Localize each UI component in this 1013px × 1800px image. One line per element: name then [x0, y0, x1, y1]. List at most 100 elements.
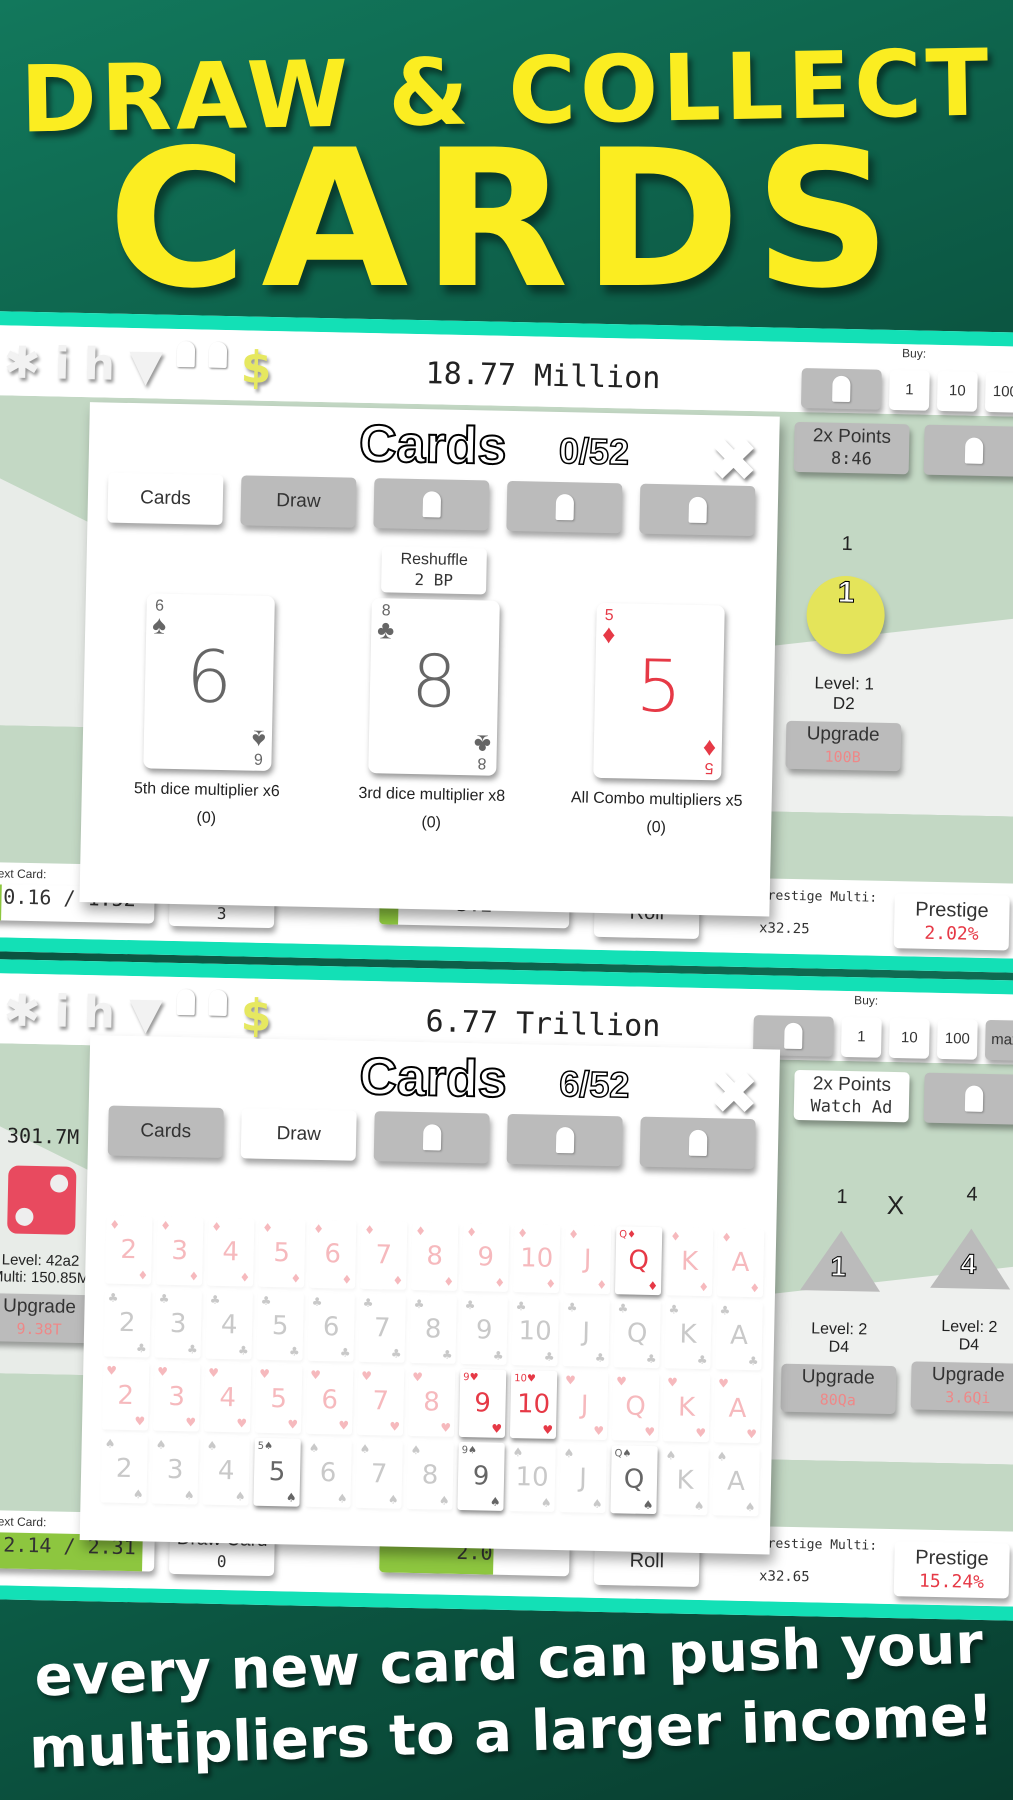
collection-card[interactable]: ♠ 7 ♠ [355, 1439, 403, 1509]
collection-card[interactable]: ♣ 3 ♣ [154, 1289, 202, 1359]
tab-locked[interactable] [639, 483, 756, 537]
collection-card[interactable]: ♠ 4 ♠ [202, 1436, 250, 1506]
tab-draw[interactable]: Draw [240, 1108, 357, 1161]
collection-card[interactable]: ♠ 2 ♠ [100, 1434, 148, 1504]
collection-card[interactable]: ♠ 6 ♠ [304, 1438, 352, 1508]
buy-10-button[interactable]: 10 [888, 1017, 930, 1059]
collection-card[interactable]: ♣ A ♣ [715, 1301, 763, 1371]
collection-card[interactable]: ♣ J ♣ [562, 1298, 610, 1368]
collection-card[interactable]: ♣ 6 ♣ [307, 1292, 355, 1362]
2x-points-button[interactable]: 2x Points Watch Ad [793, 1069, 910, 1123]
locked-button[interactable] [923, 1072, 1013, 1125]
playing-card[interactable]: 5 ♦ 5 5 ♦ [593, 602, 725, 781]
collection-card[interactable]: ♦ K ♦ [665, 1227, 714, 1297]
info-icon[interactable]: i [54, 986, 70, 1037]
collection-card[interactable]: ♥ 6 ♥ [305, 1365, 354, 1435]
collection-card[interactable]: ♣ 4 ♣ [205, 1290, 253, 1360]
collection-card[interactable]: ♥ 5 ♥ [254, 1364, 303, 1434]
collection-card[interactable]: ♠ K ♠ [661, 1446, 709, 1516]
prestige-button[interactable]: Prestige 15.24% [893, 1541, 1010, 1599]
collection-card[interactable]: ♥ J ♥ [560, 1371, 609, 1441]
lock-icon[interactable] [208, 989, 228, 1017]
tab-locked[interactable] [373, 478, 490, 531]
collection-card[interactable]: ♠ 3 ♠ [151, 1435, 199, 1505]
playing-card[interactable]: 6 ♠ 6 6 ♠ [143, 593, 275, 772]
collection-card[interactable]: ♦ A ♦ [716, 1228, 765, 1298]
upgrade-button[interactable]: Upgrade 80Qa [780, 1363, 896, 1415]
gear-icon[interactable]: ✱ [3, 337, 41, 389]
collection-card[interactable]: ♦ 5 ♦ [258, 1218, 306, 1288]
collection-card[interactable]: 5♠ 5 ♠ [253, 1437, 301, 1507]
prestige-button[interactable]: Prestige 2.02% [893, 893, 1010, 951]
collection-card[interactable]: ♦ 9 ♦ [461, 1223, 510, 1292]
collection-card[interactable]: ♥ 8 ♥ [407, 1367, 456, 1437]
collection-card[interactable]: ♠ A ♠ [712, 1447, 760, 1517]
collection-card[interactable]: ♣ 5 ♣ [256, 1291, 304, 1361]
buy-100-button[interactable]: 100 [936, 1018, 978, 1060]
collection-card[interactable]: ♦ 3 ♦ [156, 1216, 204, 1286]
lock-icon[interactable] [208, 341, 228, 369]
collection-card[interactable]: ♥ 2 ♥ [101, 1361, 150, 1431]
upgrade-button[interactable]: Upgrade 9.38T [0, 1292, 98, 1344]
trophy-icon[interactable]: ▼ [128, 988, 163, 1040]
die[interactable]: 1 [805, 575, 886, 655]
tab-locked[interactable] [639, 1116, 756, 1170]
history-icon[interactable]: h [83, 987, 115, 1039]
buy-1-button[interactable]: 1 [888, 369, 930, 411]
collection-card[interactable]: ♦ 8 ♦ [410, 1221, 459, 1291]
collection-card[interactable]: ♦ 10 ♦ [512, 1224, 561, 1294]
collection-card[interactable]: ♥ A ♥ [713, 1374, 762, 1444]
tab-locked[interactable] [506, 480, 623, 534]
2x-points-button[interactable]: 2x Points 8:46 [793, 421, 910, 475]
tab-locked[interactable] [506, 1113, 623, 1167]
locked-button[interactable] [800, 368, 882, 410]
collection-card[interactable]: ♥ K ♥ [662, 1373, 711, 1443]
collection-card[interactable]: ♣ 7 ♣ [358, 1293, 406, 1363]
collection-card[interactable]: ♣ 2 ♣ [103, 1288, 151, 1358]
collection-card[interactable]: 9♠ 9 ♠ [457, 1441, 505, 1511]
info-icon[interactable]: i [54, 338, 70, 389]
tab-locked[interactable] [373, 1111, 490, 1164]
playing-card[interactable]: 8 ♣ 8 8 ♣ [368, 598, 500, 776]
history-icon[interactable]: h [83, 339, 115, 391]
collection-card[interactable]: ♦ 6 ♦ [309, 1219, 357, 1289]
collection-card[interactable]: ♣ Q ♣ [613, 1299, 661, 1369]
collection-card[interactable]: 10♥ 10 ♥ [509, 1370, 558, 1439]
lock-icon[interactable] [176, 340, 196, 368]
collection-card[interactable]: 9♥ 9 ♥ [458, 1368, 507, 1438]
collection-card[interactable]: ♠ 8 ♠ [406, 1440, 454, 1510]
collection-card[interactable]: Q♦ Q ♦ [614, 1226, 663, 1296]
lock-icon[interactable] [176, 988, 196, 1016]
upgrade-button[interactable]: Upgrade 3.6Qi [910, 1361, 1013, 1412]
tab-draw[interactable]: Draw [240, 475, 357, 528]
reshuffle-button[interactable]: Reshuffle 2 BP [381, 546, 487, 595]
collection-card[interactable]: ♦ J ♦ [563, 1225, 612, 1295]
d4-die[interactable]: 4 [930, 1227, 1012, 1290]
buy-100-button[interactable]: 100 [984, 371, 1013, 413]
red-die-icon[interactable] [7, 1165, 77, 1235]
buy-1-button[interactable]: 1 [840, 1016, 882, 1058]
collection-card[interactable]: ♣ 9 ♣ [460, 1295, 508, 1365]
upgrade-button[interactable]: Upgrade 100B [784, 720, 901, 772]
collection-card[interactable]: ♠ J ♠ [559, 1444, 607, 1514]
tab-cards[interactable]: Cards [107, 1105, 224, 1158]
collection-card[interactable]: ♥ 3 ♥ [152, 1362, 201, 1432]
dollar-icon[interactable]: $ [240, 342, 272, 394]
collection-card[interactable]: ♥ Q ♥ [611, 1372, 660, 1442]
collection-card[interactable]: ♠ 10 ♠ [508, 1443, 556, 1512]
buy-10-button[interactable]: 10 [936, 370, 978, 412]
trophy-icon[interactable]: ▼ [128, 340, 163, 392]
collection-card[interactable]: ♦ 7 ♦ [359, 1220, 408, 1290]
dollar-icon[interactable]: $ [240, 990, 272, 1042]
collection-card[interactable]: ♦ 2 ♦ [105, 1215, 153, 1285]
collection-card[interactable]: ♣ 8 ♣ [409, 1294, 457, 1364]
collection-card[interactable]: ♥ 4 ♥ [203, 1363, 252, 1433]
collection-card[interactable]: ♥ 7 ♥ [356, 1366, 405, 1436]
d4-die[interactable]: 1 [800, 1230, 882, 1292]
collection-card[interactable]: Q♠ Q ♠ [610, 1445, 658, 1515]
collection-card[interactable]: ♣ K ♣ [664, 1300, 712, 1370]
collection-card[interactable]: ♦ 4 ♦ [207, 1217, 255, 1287]
tab-cards[interactable]: Cards [107, 472, 224, 525]
collection-card[interactable]: ♣ 10 ♣ [511, 1297, 559, 1367]
buy-max-button[interactable]: max [984, 1019, 1013, 1061]
